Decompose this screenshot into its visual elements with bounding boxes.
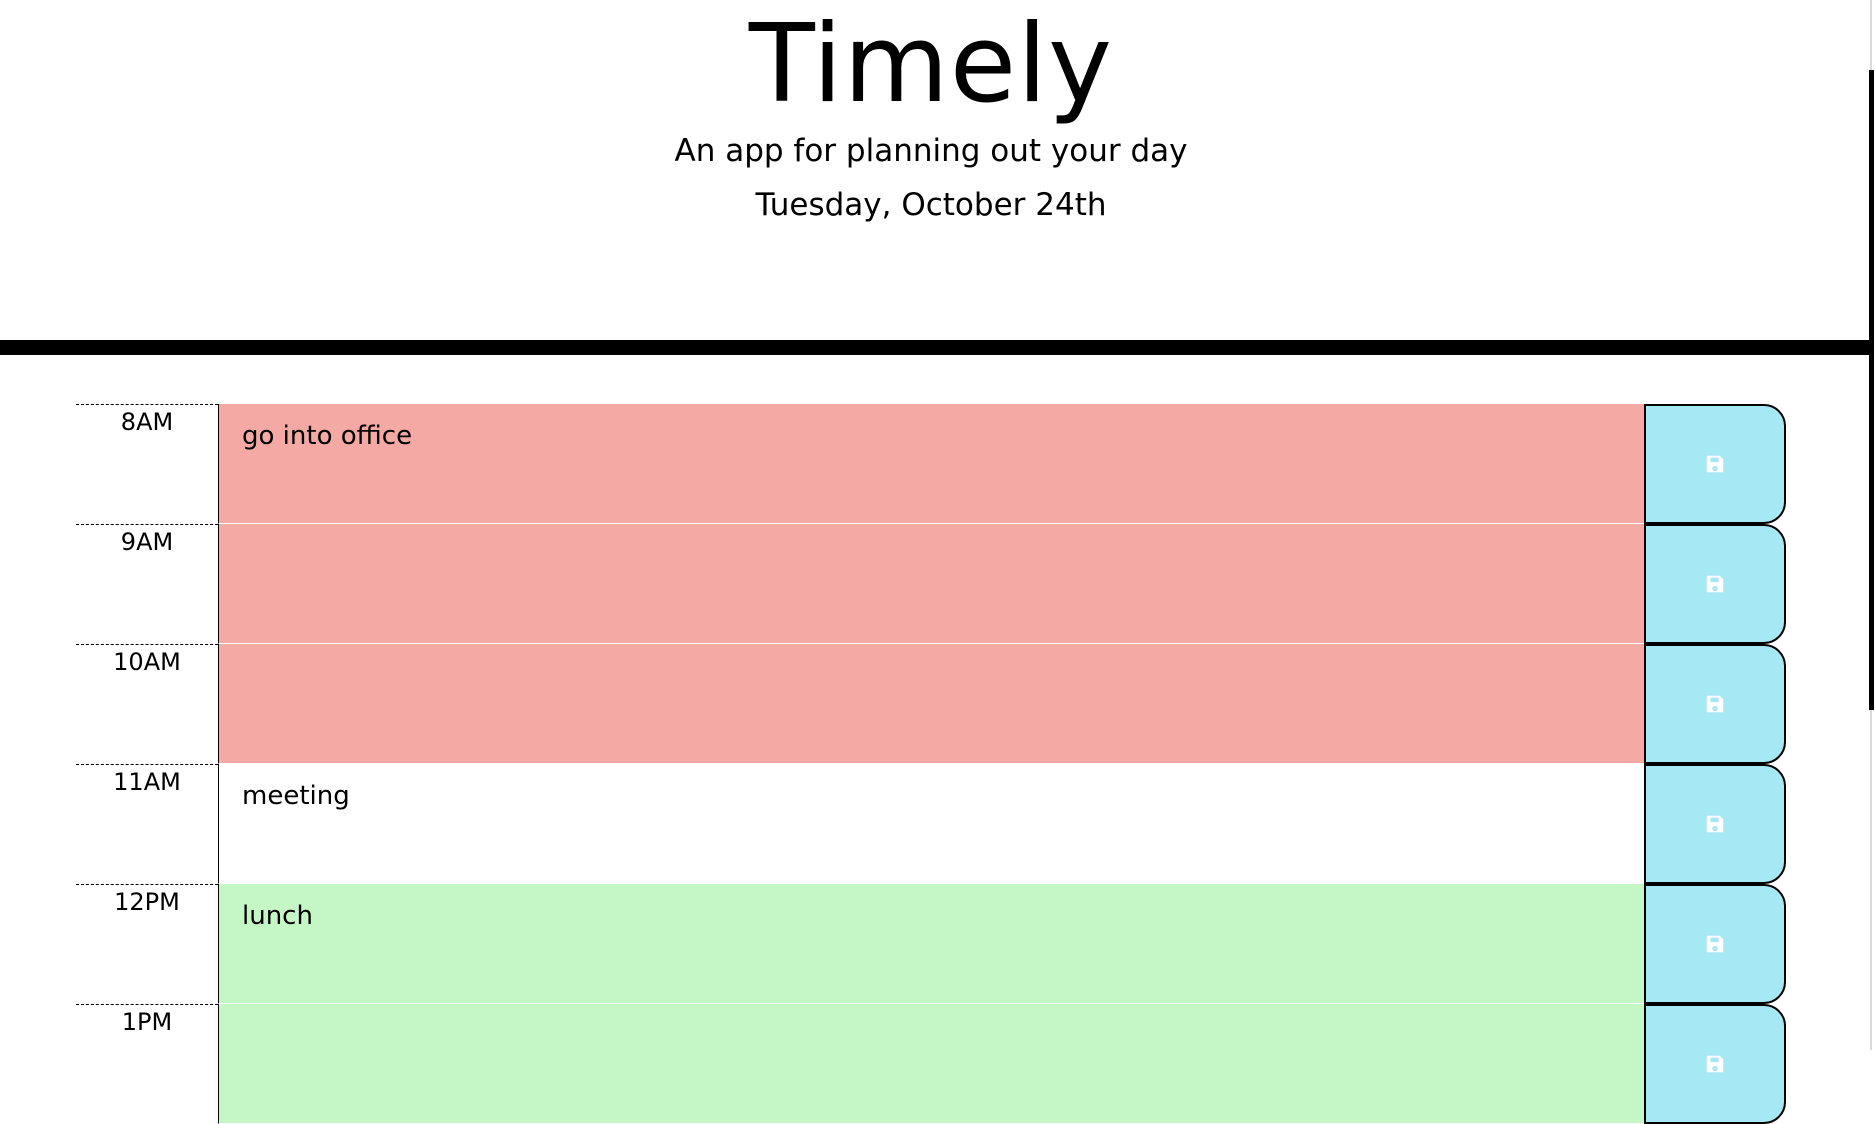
floppy-disk-icon	[1706, 1055, 1724, 1073]
task-input[interactable]: meeting	[218, 764, 1644, 884]
save-button[interactable]	[1644, 524, 1786, 644]
task-input[interactable]	[218, 644, 1644, 764]
hour-label: 8AM	[76, 404, 218, 524]
app-tagline: An app for planning out your day	[674, 133, 1188, 169]
header-divider	[0, 340, 1870, 355]
time-block-10am: 10AM	[76, 644, 1786, 764]
save-button[interactable]	[1644, 404, 1786, 524]
hour-label: 12PM	[76, 884, 218, 1004]
schedule-container: 8AM go into office 9AM 10AM 11AM meeting…	[76, 404, 1786, 1124]
time-block-11am: 11AM meeting	[76, 764, 1786, 884]
floppy-disk-icon	[1706, 935, 1724, 953]
time-block-1pm: 1PM	[76, 1004, 1786, 1124]
hour-label: 11AM	[76, 764, 218, 884]
floppy-disk-icon	[1706, 455, 1724, 473]
time-block-9am: 9AM	[76, 524, 1786, 644]
save-button[interactable]	[1644, 884, 1786, 1004]
task-input[interactable]	[218, 524, 1644, 644]
page-header: Timely An app for planning out your day …	[0, 0, 1870, 340]
save-button[interactable]	[1644, 1004, 1786, 1124]
floppy-disk-icon	[1706, 815, 1724, 833]
hour-label: 9AM	[76, 524, 218, 644]
floppy-disk-icon	[1706, 695, 1724, 713]
task-input[interactable]: go into office	[218, 404, 1644, 524]
floppy-disk-icon	[1706, 575, 1724, 593]
hour-label: 10AM	[76, 644, 218, 764]
current-date: Tuesday, October 24th	[755, 187, 1107, 223]
task-input[interactable]: lunch	[218, 884, 1644, 1004]
save-button[interactable]	[1644, 764, 1786, 884]
task-input[interactable]	[218, 1004, 1644, 1124]
time-block-8am: 8AM go into office	[76, 404, 1786, 524]
save-button[interactable]	[1644, 644, 1786, 764]
scrollbar-thumb[interactable]	[1869, 70, 1874, 710]
time-block-12pm: 12PM lunch	[76, 884, 1786, 1004]
app-title: Timely	[748, 2, 1114, 127]
hour-label: 1PM	[76, 1004, 218, 1124]
